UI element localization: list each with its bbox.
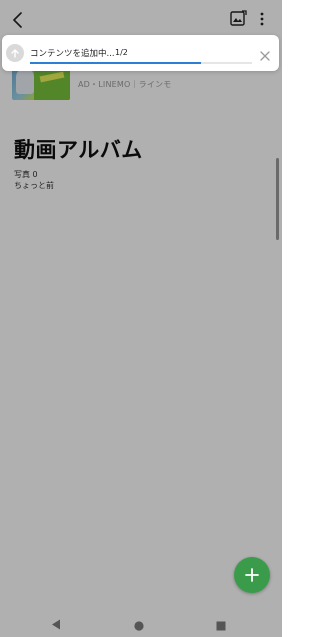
upload-arrow-icon — [6, 44, 24, 62]
nav-home-button[interactable] — [134, 616, 144, 635]
upload-progress-bar — [30, 62, 252, 64]
upload-count: 1/2 — [115, 48, 128, 57]
nav-back-button[interactable] — [51, 615, 61, 634]
nav-back-triangle-icon — [52, 619, 60, 630]
upload-status-text: コンテンツを追加中... — [30, 49, 115, 59]
nav-recent-square-icon — [216, 621, 226, 631]
nav-recent-button[interactable] — [216, 616, 226, 635]
close-icon — [260, 51, 270, 61]
upload-progress-fill — [30, 62, 201, 64]
add-button[interactable] — [234, 557, 270, 593]
dim-overlay — [0, 0, 282, 637]
nav-home-circle-icon — [134, 621, 144, 631]
plus-icon — [245, 568, 259, 582]
upload-progress-card: コンテンツを追加中... 1/2 — [2, 35, 279, 71]
system-nav-bar — [0, 601, 282, 637]
close-button[interactable] — [259, 47, 271, 61]
